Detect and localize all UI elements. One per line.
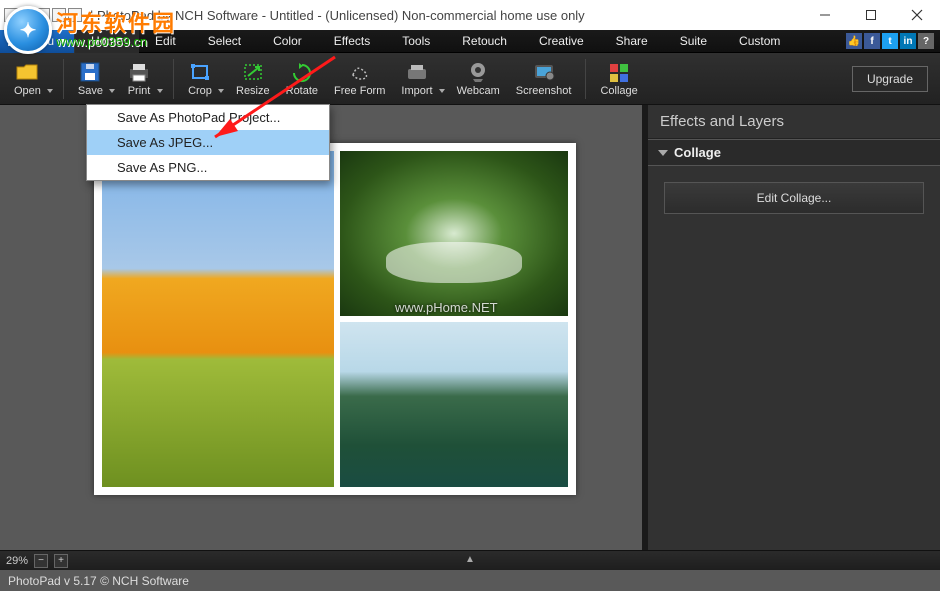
resize-button[interactable]: Resize xyxy=(228,55,278,103)
footer-text: PhotoPad v 5.17 © NCH Software xyxy=(8,574,189,588)
zoom-in-button[interactable]: + xyxy=(54,554,68,568)
hamburger-icon xyxy=(8,36,20,46)
tab-tools[interactable]: Tools xyxy=(386,30,446,53)
save-dropdown-menu: Save As PhotoPad Project... Save As JPEG… xyxy=(86,104,330,181)
panel-title: Effects and Layers xyxy=(648,105,940,139)
webcam-button[interactable]: Webcam xyxy=(449,55,508,103)
effects-layers-panel: Effects and Layers Collage Edit Collage.… xyxy=(642,105,940,550)
tab-select[interactable]: Select xyxy=(192,30,257,53)
menu-save-png[interactable]: Save As PNG... xyxy=(87,155,329,180)
social-icons: 👍 f t in ? xyxy=(846,33,940,49)
menu-save-project[interactable]: Save As PhotoPad Project... xyxy=(87,105,329,130)
title-bar: | PhotoPad by NCH Software - Untitled - … xyxy=(0,0,940,30)
crop-icon xyxy=(188,61,212,83)
qa-icon-2[interactable] xyxy=(20,8,34,22)
tab-effects[interactable]: Effects xyxy=(318,30,386,53)
collage-icon xyxy=(607,61,631,83)
rotate-icon xyxy=(290,61,314,83)
tab-suite[interactable]: Suite xyxy=(664,30,723,53)
collage-section-header[interactable]: Collage xyxy=(648,139,940,166)
print-button[interactable]: Print xyxy=(119,55,167,103)
collage-photo-autumn[interactable] xyxy=(102,151,334,487)
twitter-icon[interactable]: t xyxy=(882,33,898,49)
tab-custom[interactable]: Custom xyxy=(723,30,796,53)
maximize-button[interactable] xyxy=(848,0,894,30)
status-bar: 29% − + ▲ xyxy=(0,550,940,570)
footer-bar: PhotoPad v 5.17 © NCH Software xyxy=(0,570,940,591)
collage-canvas[interactable] xyxy=(94,143,576,495)
folder-icon xyxy=(15,61,39,83)
menu-bar: Menu Home Edit Select Color Effects Tool… xyxy=(0,30,940,53)
freeform-button[interactable]: Free Form xyxy=(326,55,393,103)
freeform-icon xyxy=(348,61,372,83)
main-menu-button[interactable]: Menu xyxy=(0,30,75,53)
quickaccess-icons xyxy=(4,8,82,22)
qa-icon-1[interactable] xyxy=(4,8,18,22)
triangle-down-icon xyxy=(658,150,668,156)
minimize-button[interactable] xyxy=(802,0,848,30)
printer-icon xyxy=(127,61,151,83)
floppy-icon xyxy=(78,61,102,83)
screenshot-button[interactable]: Screenshot xyxy=(508,55,580,103)
edit-collage-button[interactable]: Edit Collage... xyxy=(664,182,924,214)
expand-caret-icon[interactable]: ▲ xyxy=(465,554,475,565)
open-button[interactable]: Open xyxy=(6,55,57,103)
facebook-icon[interactable]: f xyxy=(864,33,880,49)
tab-edit[interactable]: Edit xyxy=(139,30,192,53)
rotate-button[interactable]: Rotate xyxy=(278,55,326,103)
screenshot-icon xyxy=(532,61,556,83)
thumb-icon[interactable]: 👍 xyxy=(846,33,862,49)
webcam-icon xyxy=(466,61,490,83)
qa-icon-3[interactable] xyxy=(36,8,50,22)
collage-button[interactable]: Collage xyxy=(592,55,645,103)
upgrade-button[interactable]: Upgrade xyxy=(852,66,928,92)
zoom-out-button[interactable]: − xyxy=(34,554,48,568)
menu-label: Menu xyxy=(24,34,54,48)
crop-button[interactable]: Crop xyxy=(180,55,228,103)
window-title: | PhotoPad by NCH Software - Untitled - … xyxy=(90,8,585,23)
collage-photo-mountain[interactable] xyxy=(340,322,568,487)
menu-save-jpeg[interactable]: Save As JPEG... xyxy=(87,130,329,155)
close-button[interactable] xyxy=(894,0,940,30)
tab-share[interactable]: Share xyxy=(600,30,664,53)
help-icon[interactable]: ? xyxy=(918,33,934,49)
tab-retouch[interactable]: Retouch xyxy=(446,30,523,53)
ribbon-toolbar: Open Save Print Crop Resize Rotate Free … xyxy=(0,53,940,105)
resize-icon xyxy=(241,61,265,83)
save-button[interactable]: Save xyxy=(70,55,119,103)
scanner-icon xyxy=(405,61,429,83)
watermark-text: www.pHome.NET xyxy=(395,300,498,315)
collage-photo-forest[interactable] xyxy=(340,151,568,316)
window-controls xyxy=(802,0,940,30)
zoom-level: 29% xyxy=(6,555,28,567)
qa-icon-5[interactable] xyxy=(68,8,82,22)
import-button[interactable]: Import xyxy=(393,55,448,103)
tab-creative[interactable]: Creative xyxy=(523,30,600,53)
tab-color[interactable]: Color xyxy=(257,30,318,53)
qa-icon-4[interactable] xyxy=(52,8,66,22)
caret-down-icon xyxy=(58,39,66,44)
tab-home[interactable]: Home xyxy=(75,30,139,53)
linkedin-icon[interactable]: in xyxy=(900,33,916,49)
